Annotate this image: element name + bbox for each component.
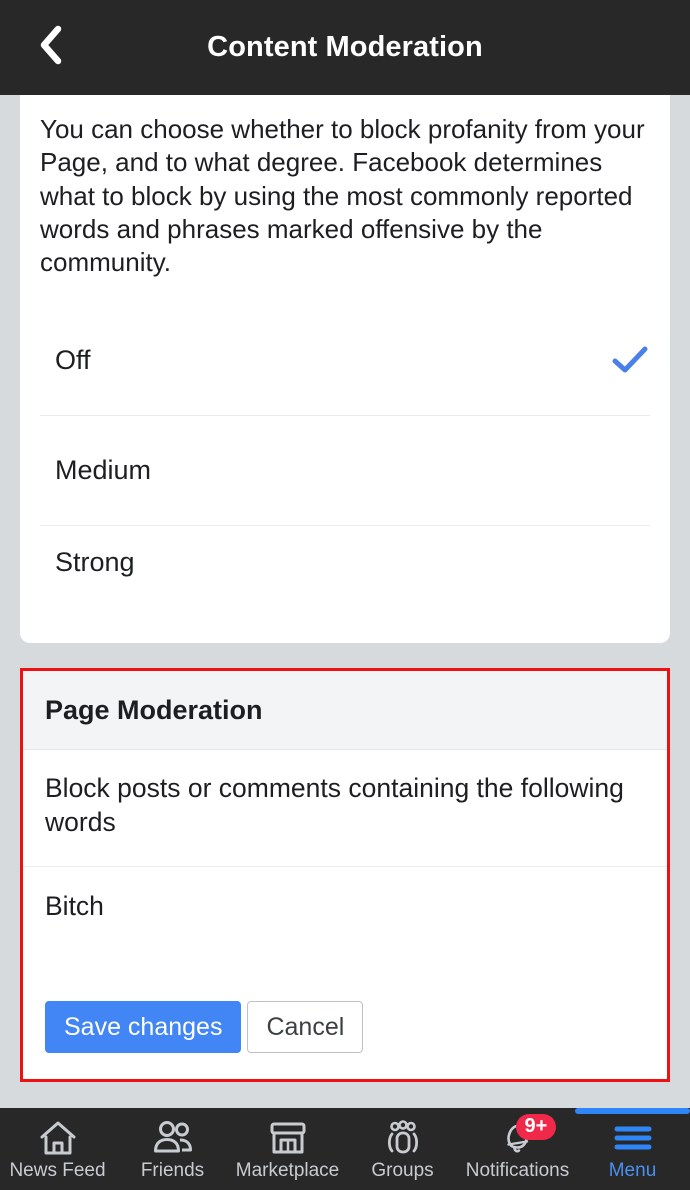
storefront-icon — [268, 1119, 308, 1157]
groups-icon — [382, 1119, 424, 1157]
option-row-off[interactable]: Off — [20, 305, 670, 415]
active-tab-indicator — [575, 1108, 690, 1114]
option-label: Strong — [55, 547, 135, 578]
nav-item-groups[interactable]: Groups — [345, 1108, 460, 1190]
nav-label: Notifications — [465, 1159, 570, 1181]
nav-label: News Feed — [9, 1159, 106, 1181]
friends-icon — [152, 1119, 194, 1157]
page-moderation-title: Page Moderation — [23, 671, 667, 751]
profanity-description: You can choose whether to block profanit… — [40, 114, 645, 278]
block-words-label: Block posts or comments containing the f… — [23, 750, 667, 868]
option-label: Medium — [55, 454, 152, 485]
nav-label: Marketplace — [235, 1159, 340, 1181]
nav-item-menu[interactable]: Menu — [575, 1108, 690, 1190]
page-title: Content Moderation — [207, 31, 483, 63]
checkmark-icon — [612, 342, 648, 378]
block-words-input[interactable]: Bitch — [23, 867, 667, 987]
nav-item-marketplace[interactable]: Marketplace — [230, 1108, 345, 1190]
nav-item-notifications[interactable]: 9+ Notifications — [460, 1108, 575, 1190]
nav-label: Groups — [371, 1159, 434, 1181]
home-icon — [39, 1119, 77, 1157]
save-changes-button[interactable]: Save changes — [45, 1001, 242, 1054]
cancel-button[interactable]: Cancel — [247, 1001, 364, 1054]
bell-icon: 9+ — [498, 1113, 557, 1157]
nav-label: Menu — [608, 1159, 657, 1181]
page-moderation-actions: Save changes Cancel — [23, 987, 667, 1079]
notification-badge: 9+ — [515, 1113, 557, 1140]
chevron-left-icon — [36, 24, 66, 71]
option-row-strong[interactable]: Strong — [20, 525, 670, 643]
nav-item-friends[interactable]: Friends — [115, 1108, 230, 1190]
profanity-filter-card: You can choose whether to block profanit… — [20, 95, 670, 644]
nav-label: Friends — [140, 1159, 205, 1181]
back-button[interactable] — [22, 0, 80, 95]
bottom-navigation: News Feed Friends Marketplace Groups 9+ … — [0, 1108, 690, 1190]
option-row-medium[interactable]: Medium — [20, 415, 670, 525]
hamburger-icon — [611, 1119, 655, 1157]
option-label: Off — [55, 344, 91, 375]
page-moderation-card: Page Moderation Block posts or comments … — [20, 668, 670, 1083]
settings-content: You can choose whether to block profanit… — [0, 95, 690, 1108]
app-screen: Content Moderation You can choose whethe… — [0, 0, 690, 1190]
nav-item-news-feed[interactable]: News Feed — [0, 1108, 115, 1190]
app-header: Content Moderation — [0, 0, 690, 95]
card-spacer — [20, 643, 670, 668]
